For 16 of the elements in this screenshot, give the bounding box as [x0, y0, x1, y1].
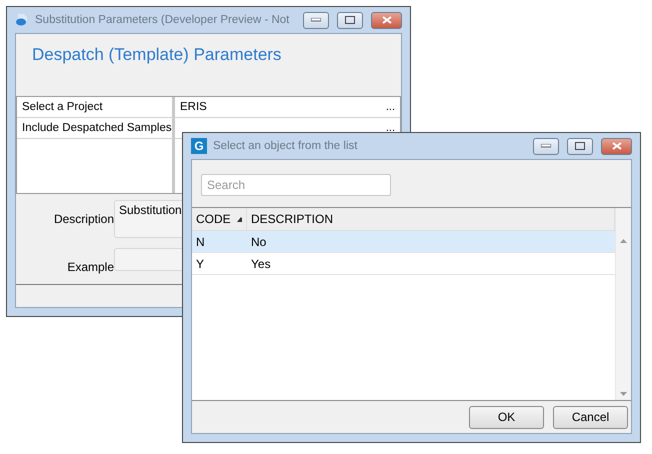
- browse-button[interactable]: ...: [386, 122, 395, 134]
- dialog-title: Select an object from the list: [213, 140, 358, 152]
- parameter-label: Select a Project: [22, 101, 103, 113]
- ok-button[interactable]: OK: [469, 406, 544, 428]
- field-label: Example: [66, 259, 114, 274]
- window-title: Substitution Parameters (Developer Preview - Not: [35, 14, 290, 26]
- app-icon: G: [191, 138, 207, 154]
- table-row[interactable]: N No: [192, 231, 615, 253]
- browse-button[interactable]: ...: [386, 101, 395, 113]
- parameter-value: ERIS: [180, 101, 208, 113]
- parameter-label: Include Despatched Samples: [22, 122, 172, 134]
- search-field[interactable]: Search: [201, 174, 391, 196]
- field-label: Description: [52, 211, 114, 226]
- column-header[interactable]: CODE: [192, 208, 247, 230]
- page-heading: Despatch (Template) Parameters: [31, 44, 282, 66]
- cancel-button[interactable]: Cancel: [553, 406, 628, 428]
